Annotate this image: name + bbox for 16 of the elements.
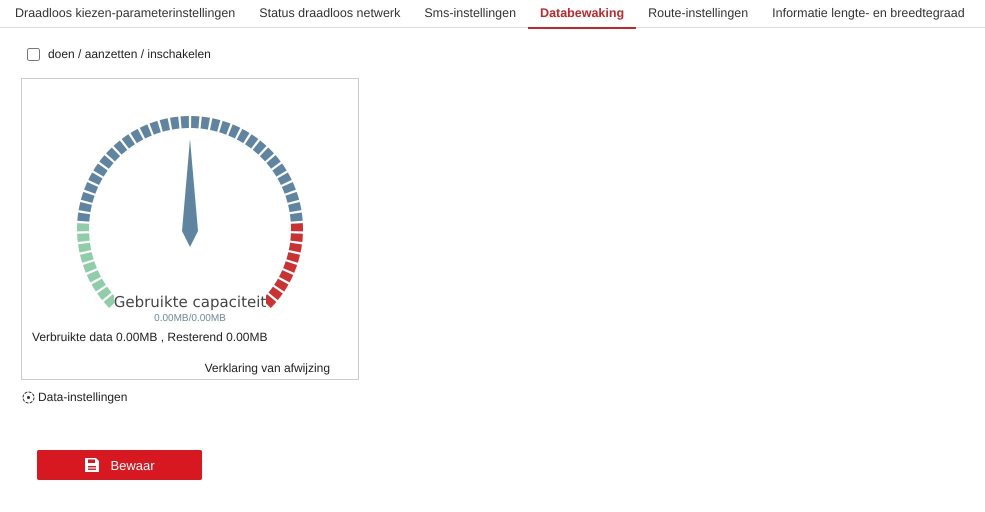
tab[interactable]: Route-instellingen [636, 0, 760, 27]
settings-icon [22, 390, 35, 404]
gauge-title: Gebruikte capaciteit [114, 293, 266, 311]
save-button[interactable]: Bewaar [37, 450, 202, 480]
tab[interactable]: Draadloos kiezen-parameterinstellingen [3, 0, 248, 27]
gauge-reading: 0.00MB/0.00MB [154, 313, 226, 324]
save-icon [84, 457, 100, 473]
tab[interactable]: Informatie lengte- en breedtegraad [760, 0, 977, 27]
tab[interactable]: Databewaking [528, 0, 636, 29]
tab[interactable]: Sms-instellingen [412, 0, 528, 27]
disclaimer-link[interactable]: Verklaring van afwijzing [204, 361, 330, 375]
tab[interactable]: Status draadloos netwerk [247, 0, 412, 27]
checkbox-label: doen / aanzetten / inschakelen [48, 47, 211, 61]
data-settings-link[interactable]: Data-instellingen [38, 390, 128, 404]
usage-text: Verbruikte data 0.00MB , Resterend 0.00MB [32, 330, 268, 344]
checkbox[interactable] [27, 48, 40, 60]
